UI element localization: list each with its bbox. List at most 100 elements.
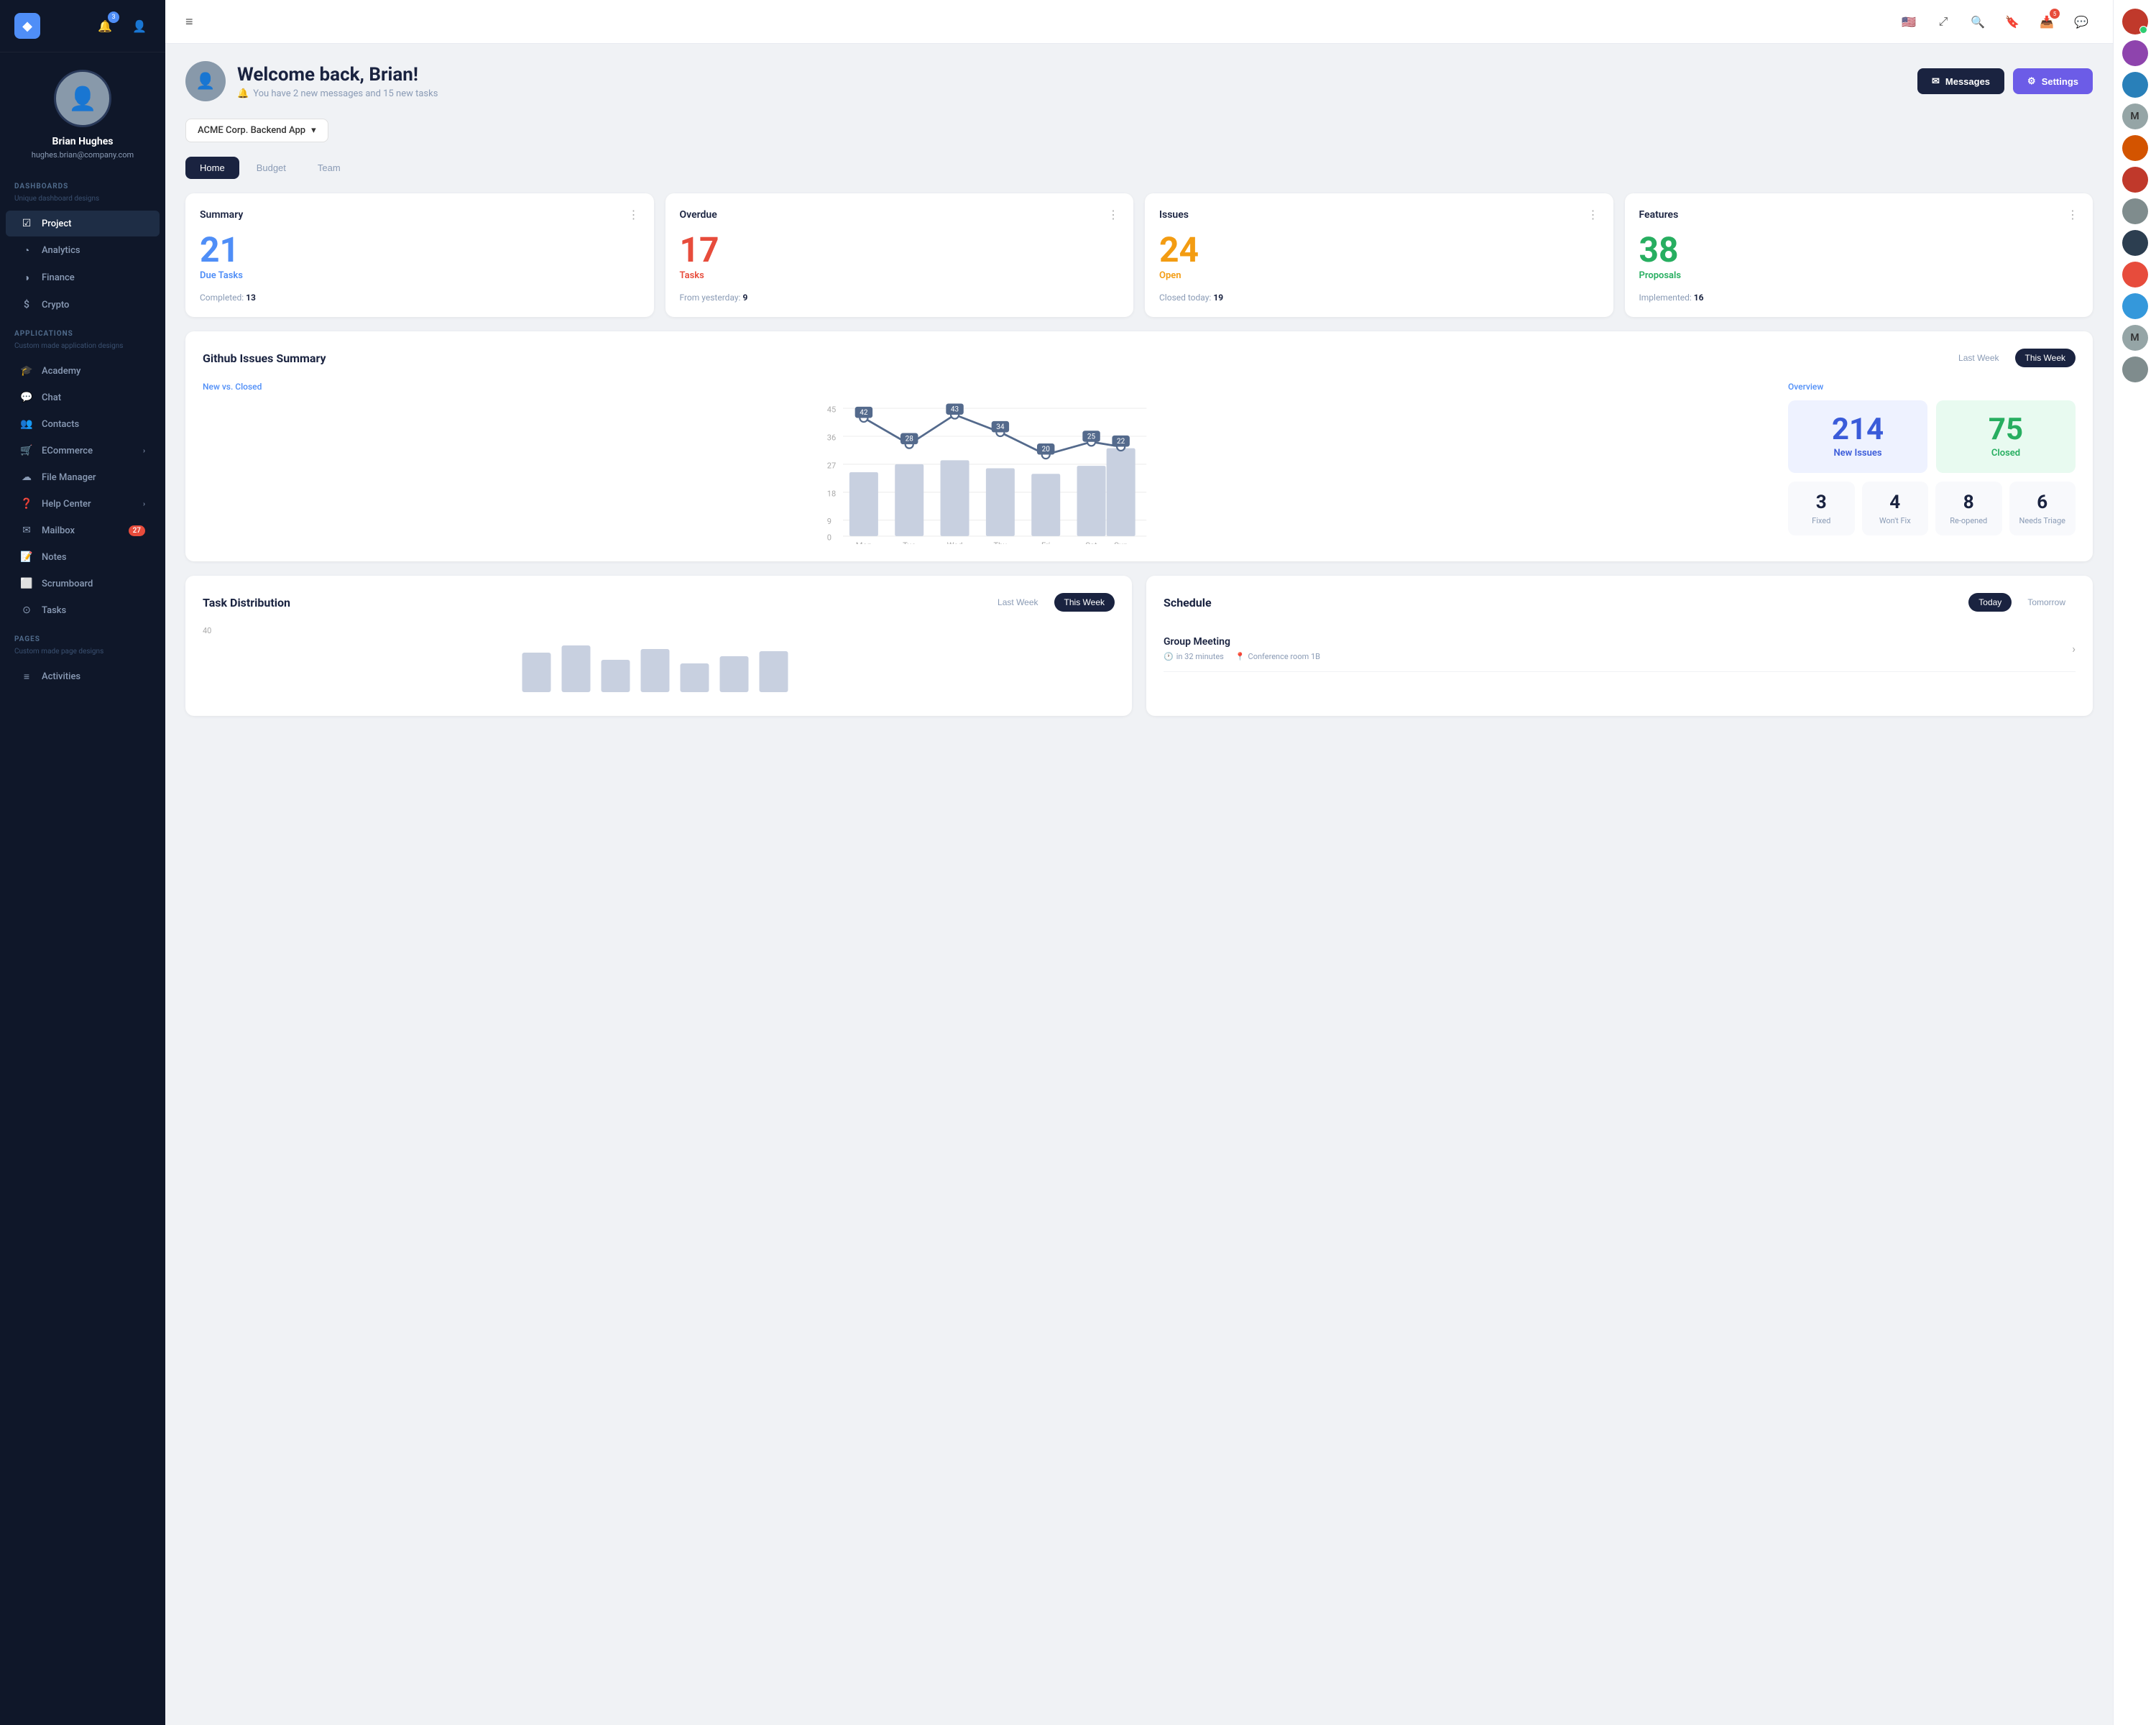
svg-text:43: 43 bbox=[951, 406, 959, 414]
overdue-footer: From yesterday: 9 bbox=[680, 293, 1120, 303]
github-lastweek-btn[interactable]: Last Week bbox=[1948, 349, 2009, 367]
dashboards-sub: Unique dashboard designs bbox=[0, 195, 165, 210]
notes-icon: 📝 bbox=[20, 551, 33, 563]
card-menu-icon[interactable]: ⋮ bbox=[628, 208, 640, 221]
task-dist-title: Task Distribution bbox=[203, 596, 290, 610]
sidebar-item-tasks[interactable]: ⊙ Tasks bbox=[6, 597, 160, 623]
avatar-7[interactable] bbox=[2122, 198, 2148, 224]
sidebar-item-scrumboard[interactable]: ⬜ Scrumboard bbox=[6, 571, 160, 597]
event-info: Group Meeting 🕐 in 32 minutes 📍 Conferen… bbox=[1164, 636, 1320, 661]
logo-icon[interactable]: ◆ bbox=[14, 13, 40, 39]
avatar-11[interactable]: M bbox=[2122, 325, 2148, 351]
card-menu-icon[interactable]: ⋮ bbox=[1588, 208, 1599, 221]
card-title: Overdue bbox=[680, 209, 717, 221]
svg-text:18: 18 bbox=[827, 489, 837, 498]
sidebar-top-icons: 🔔 3 👤 bbox=[93, 14, 151, 37]
schedule-tomorrow-btn[interactable]: Tomorrow bbox=[2017, 593, 2076, 612]
svg-text:25: 25 bbox=[1087, 433, 1096, 441]
avatar-6[interactable] bbox=[2122, 167, 2148, 193]
sidebar-item-label: Notes bbox=[42, 552, 67, 563]
avatar-8[interactable] bbox=[2122, 230, 2148, 256]
issues-footer: Closed today: 19 bbox=[1159, 293, 1599, 303]
project-dropdown[interactable]: ACME Corp. Backend App ▾ bbox=[185, 119, 328, 142]
triage-stat: 6 Needs Triage bbox=[2009, 482, 2076, 535]
event-time: 🕐 in 32 minutes bbox=[1164, 652, 1224, 661]
schedule-today-btn[interactable]: Today bbox=[1968, 593, 2012, 612]
messages-button[interactable]: ✉ Messages bbox=[1917, 68, 2004, 94]
sidebar-item-crypto[interactable]: $ Crypto bbox=[6, 292, 160, 318]
notification-button[interactable]: 🔔 3 bbox=[93, 14, 116, 37]
wontfix-num: 4 bbox=[1872, 492, 1919, 513]
card-header: Issues ⋮ bbox=[1159, 208, 1599, 221]
chat-topbar-icon[interactable]: 💬 bbox=[2070, 10, 2093, 33]
svg-text:36: 36 bbox=[827, 433, 837, 443]
content-area: 👤 Welcome back, Brian! 🔔 You have 2 new … bbox=[165, 44, 2113, 733]
sidebar-item-mailbox[interactable]: ✉ Mailbox 27 bbox=[6, 518, 160, 543]
footer-val: 9 bbox=[742, 293, 747, 303]
svg-text:28: 28 bbox=[906, 436, 914, 443]
chevron-down-icon: ▾ bbox=[311, 125, 316, 136]
bookmark-icon[interactable]: 🔖 bbox=[2001, 10, 2024, 33]
card-menu-icon[interactable]: ⋮ bbox=[2067, 208, 2078, 221]
wontfix-label: Won't Fix bbox=[1872, 516, 1919, 525]
avatar-12[interactable] bbox=[2122, 356, 2148, 382]
avatar-9[interactable] bbox=[2122, 262, 2148, 288]
flag-icon[interactable]: 🇺🇸 bbox=[1897, 10, 1920, 33]
sidebar-item-contacts[interactable]: 👥 Contacts bbox=[6, 411, 160, 437]
sidebar-item-activities[interactable]: ≡ Activities bbox=[6, 663, 160, 690]
sidebar-item-finance[interactable]: ◑ Finance bbox=[6, 264, 160, 291]
sidebar-item-label: Activities bbox=[42, 671, 80, 682]
sidebar-item-project[interactable]: ☑ Project bbox=[6, 211, 160, 236]
scrumboard-icon: ⬜ bbox=[20, 578, 33, 589]
tab-budget[interactable]: Budget bbox=[242, 157, 300, 179]
sidebar-item-academy[interactable]: 🎓 Academy bbox=[6, 358, 160, 384]
sidebar-item-filemanager[interactable]: ☁ File Manager bbox=[6, 464, 160, 490]
sidebar-item-helpcenter[interactable]: ❓ Help Center › bbox=[6, 491, 160, 517]
card-menu-icon[interactable]: ⋮ bbox=[1107, 208, 1119, 221]
fullscreen-icon[interactable]: ⤢ bbox=[1932, 10, 1955, 33]
user-search-button[interactable]: 👤 bbox=[128, 14, 151, 37]
issues-card: Issues ⋮ 24 Open Closed today: 19 bbox=[1145, 193, 1613, 317]
avatar-1[interactable] bbox=[2122, 9, 2148, 34]
summary-cards: Summary ⋮ 21 Due Tasks Completed: 13 Ove… bbox=[185, 193, 2093, 317]
finance-icon: ◑ bbox=[20, 272, 33, 284]
dashboards-label: DASHBOARDS bbox=[0, 171, 165, 195]
tab-home[interactable]: Home bbox=[185, 157, 239, 179]
footer-val: 13 bbox=[246, 293, 256, 303]
avatar-10[interactable] bbox=[2122, 293, 2148, 319]
github-thisweek-btn[interactable]: This Week bbox=[2015, 349, 2076, 367]
contacts-icon: 👥 bbox=[20, 418, 33, 430]
sidebar-item-notes[interactable]: 📝 Notes bbox=[6, 544, 160, 570]
sidebar-item-analytics[interactable]: ◔ Analytics bbox=[6, 237, 160, 264]
triage-label: Needs Triage bbox=[2019, 516, 2066, 525]
chevron-right-icon[interactable]: › bbox=[2072, 642, 2076, 656]
task-dist-toggle: Last Week This Week bbox=[987, 593, 1115, 612]
hamburger-button[interactable]: ≡ bbox=[185, 14, 193, 29]
sidebar-item-label: Project bbox=[42, 218, 71, 229]
activities-icon: ≡ bbox=[20, 671, 33, 683]
welcome-subtitle: 🔔 You have 2 new messages and 15 new tas… bbox=[237, 88, 438, 99]
task-dist-chart: 40 bbox=[203, 626, 1115, 699]
card-title: Summary bbox=[200, 209, 243, 221]
search-icon[interactable]: 🔍 bbox=[1966, 10, 1989, 33]
task-dist-lastweek-btn[interactable]: Last Week bbox=[987, 593, 1048, 612]
task-dist-thisweek-btn[interactable]: This Week bbox=[1054, 593, 1115, 612]
settings-button[interactable]: ⚙ Settings bbox=[2013, 68, 2093, 94]
bell-small-icon: 🔔 bbox=[237, 88, 249, 99]
user-email: hughes.brian@company.com bbox=[32, 150, 134, 160]
avatar-4[interactable]: M bbox=[2122, 104, 2148, 129]
issues-number: 24 bbox=[1159, 233, 1599, 267]
inbox-icon[interactable]: 📥 5 bbox=[2035, 10, 2058, 33]
avatar-2[interactable] bbox=[2122, 40, 2148, 66]
gear-icon: ⚙ bbox=[2027, 75, 2036, 87]
github-section-header: Github Issues Summary Last Week This Wee… bbox=[203, 349, 2076, 367]
user-icon: 👤 bbox=[132, 19, 147, 33]
sidebar-item-chat[interactable]: 💬 Chat bbox=[6, 385, 160, 410]
github-week-toggle: Last Week This Week bbox=[1948, 349, 2076, 367]
avatar-3[interactable] bbox=[2122, 72, 2148, 98]
dashboards-section: DASHBOARDS Unique dashboard designs ☑ Pr… bbox=[0, 171, 165, 318]
tab-team[interactable]: Team bbox=[303, 157, 355, 179]
avatar-5[interactable] bbox=[2122, 135, 2148, 161]
triage-num: 6 bbox=[2019, 492, 2066, 513]
sidebar-item-ecommerce[interactable]: 🛒 ECommerce › bbox=[6, 438, 160, 464]
